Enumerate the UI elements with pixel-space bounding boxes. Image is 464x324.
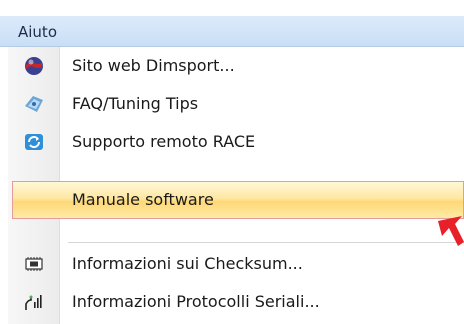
globe-icon <box>25 57 43 75</box>
menu-item-label: Manuale software <box>72 190 214 209</box>
pointer-arrow-icon <box>438 216 464 246</box>
menu-item-sito-web[interactable]: Sito web Dimsport... <box>8 47 464 85</box>
remote-support-icon <box>25 134 43 150</box>
menu-item-protocolli-seriali[interactable]: Informazioni Protocolli Seriali... <box>8 283 464 321</box>
dropdown-menu: Sito web Dimsport... FAQ/Tuning Tips Sup… <box>8 47 464 324</box>
chip-icon <box>25 257 43 271</box>
menu-item-manuale-software[interactable]: Manuale software <box>12 181 464 219</box>
menu-item-label: Informazioni Protocolli Seriali... <box>72 292 320 311</box>
menu-aiuto[interactable]: Aiuto <box>18 23 57 41</box>
menu-item-label: Supporto remoto RACE <box>72 132 256 151</box>
menu-item-label: Sito web Dimsport... <box>72 56 235 75</box>
menu-separator <box>68 242 464 243</box>
menu-bar: Aiuto <box>0 16 464 47</box>
menu-item-supporto-remoto[interactable]: Supporto remoto RACE <box>8 123 464 161</box>
menu-item-faq[interactable]: FAQ/Tuning Tips <box>8 85 464 123</box>
menu-item-checksum[interactable]: Informazioni sui Checksum... <box>8 245 464 283</box>
help-menu-screenshot: Aiuto Sito web Dimsport... FAQ/Tuning Ti… <box>0 0 464 324</box>
faq-icon <box>25 96 43 112</box>
menu-item-label: FAQ/Tuning Tips <box>72 94 199 113</box>
serial-signal-icon <box>25 295 42 310</box>
menu-item-label: Informazioni sui Checksum... <box>72 254 303 273</box>
